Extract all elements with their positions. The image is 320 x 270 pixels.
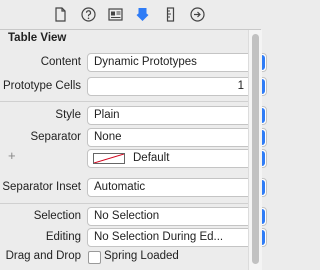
inspector-toolbar xyxy=(0,0,261,30)
editing-popup[interactable]: No Selection During Ed... xyxy=(87,228,267,247)
prototype-cells-stepper[interactable]: 1 xyxy=(87,77,267,96)
divider xyxy=(0,101,248,102)
attributes-inspector-icon[interactable] xyxy=(134,6,151,23)
editing-label: Editing xyxy=(45,231,81,243)
prototype-cells-value: 1 xyxy=(237,80,244,92)
spring-loaded-label[interactable]: Spring Loaded xyxy=(104,250,179,262)
connections-inspector-icon[interactable] xyxy=(189,6,206,23)
divider xyxy=(0,203,248,204)
separator-inset-label: Separator Inset xyxy=(2,181,81,193)
selection-label: Selection xyxy=(33,210,81,222)
prototype-cells-label: Prototype Cells xyxy=(3,80,81,92)
style-popup[interactable]: Plain xyxy=(87,106,267,125)
selection-value: No Selection xyxy=(94,210,160,222)
content-popup[interactable]: Dynamic Prototypes xyxy=(87,53,267,72)
selection-popup[interactable]: No Selection xyxy=(87,207,267,226)
separator-color-value: Default xyxy=(133,152,170,164)
editing-value: No Selection During Ed... xyxy=(94,231,224,243)
drag-and-drop-label: Drag and Drop xyxy=(5,250,81,262)
size-inspector-icon[interactable] xyxy=(162,6,179,23)
spring-loaded-checkbox[interactable] xyxy=(88,251,101,264)
style-label: Style xyxy=(55,109,81,121)
separator-color-popup[interactable]: Default xyxy=(87,149,267,168)
file-inspector-icon[interactable] xyxy=(52,6,69,23)
content-label: Content xyxy=(40,56,81,68)
scrollbar[interactable] xyxy=(248,30,262,270)
section-title: Table View xyxy=(8,32,67,44)
separator-inset-popup[interactable]: Automatic xyxy=(87,178,267,197)
style-value: Plain xyxy=(94,109,120,121)
quick-help-icon[interactable] xyxy=(80,6,97,23)
separator-inset-value: Automatic xyxy=(94,181,146,193)
content-value: Dynamic Prototypes xyxy=(94,56,197,68)
identity-inspector-icon[interactable] xyxy=(107,6,124,23)
plus-icon[interactable]: + xyxy=(8,148,16,163)
separator-popup[interactable]: None xyxy=(87,128,267,147)
scrollbar-thumb[interactable] xyxy=(252,34,259,264)
color-swatch-icon xyxy=(93,153,125,164)
separator-value: None xyxy=(94,131,122,143)
separator-label: Separator xyxy=(30,131,81,143)
